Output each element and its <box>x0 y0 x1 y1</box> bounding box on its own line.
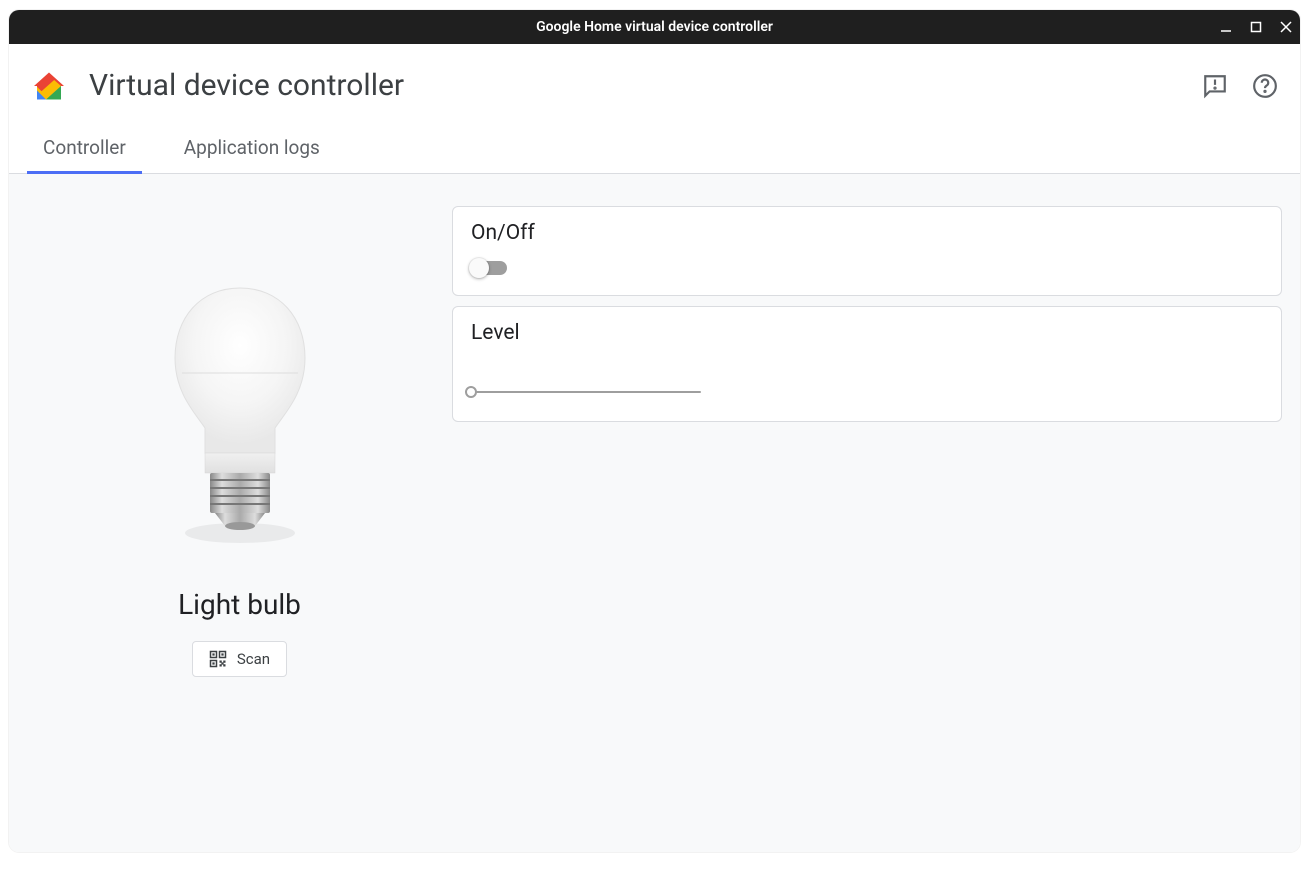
onoff-label: On/Off <box>471 221 1263 245</box>
device-name: Light bulb <box>178 588 301 621</box>
header-actions <box>1202 73 1278 99</box>
app-title: Virtual device controller <box>89 68 1202 103</box>
scan-button-label: Scan <box>237 650 270 668</box>
window-title: Google Home virtual device controller <box>536 19 773 35</box>
toggle-thumb <box>469 258 489 278</box>
app-body: Virtual device controller Controller App… <box>9 44 1300 852</box>
minimize-icon[interactable] <box>1220 21 1232 33</box>
google-home-logo-icon <box>31 68 67 104</box>
maximize-icon[interactable] <box>1250 21 1262 33</box>
titlebar: Google Home virtual device controller <box>9 10 1300 44</box>
window-controls <box>1220 10 1292 44</box>
content-area: Light bulb Scan <box>9 174 1300 852</box>
onoff-toggle[interactable] <box>471 261 507 275</box>
help-icon[interactable] <box>1252 73 1278 99</box>
device-panel: Light bulb Scan <box>27 206 452 820</box>
tabs: Controller Application logs <box>9 128 1300 174</box>
level-slider[interactable] <box>471 391 701 393</box>
slider-thumb[interactable] <box>465 386 477 398</box>
tab-application-logs[interactable]: Application logs <box>184 128 320 173</box>
scan-button[interactable]: Scan <box>192 641 287 677</box>
onoff-card: On/Off <box>452 206 1282 296</box>
light-bulb-image <box>160 278 320 548</box>
level-card: Level <box>452 306 1282 422</box>
tab-controller[interactable]: Controller <box>43 128 126 173</box>
qr-code-icon <box>209 650 227 668</box>
slider-container <box>471 361 1263 401</box>
close-icon[interactable] <box>1280 21 1292 33</box>
app-window: Google Home virtual device controller Vi… <box>9 10 1300 852</box>
level-label: Level <box>471 321 1263 345</box>
feedback-icon[interactable] <box>1202 73 1228 99</box>
header: Virtual device controller <box>9 44 1300 128</box>
controls-panel: On/Off Level <box>452 206 1282 820</box>
